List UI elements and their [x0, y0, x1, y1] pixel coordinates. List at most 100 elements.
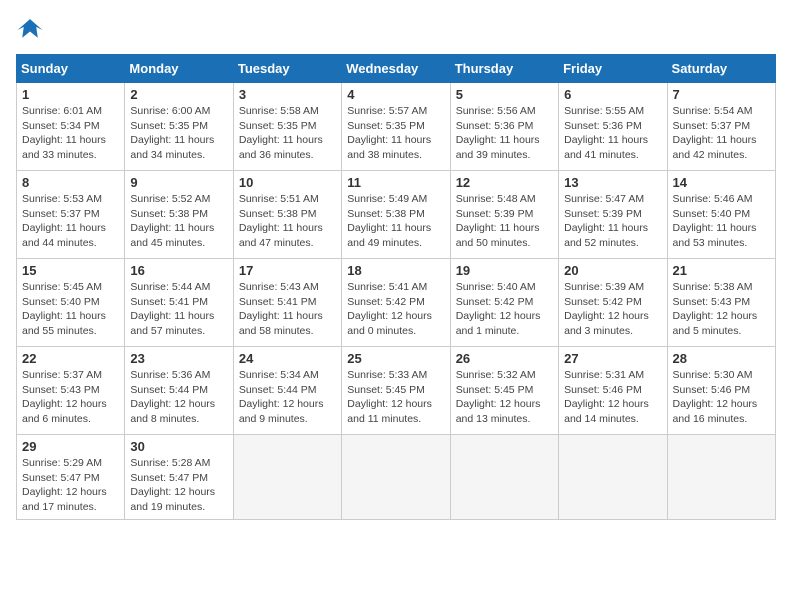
- day-number: 11: [347, 175, 444, 190]
- calendar-cell: 7 Sunrise: 5:54 AMSunset: 5:37 PMDayligh…: [667, 83, 775, 171]
- logo: [16, 16, 48, 44]
- day-info: Sunrise: 5:40 AMSunset: 5:42 PMDaylight:…: [456, 280, 553, 339]
- header-friday: Friday: [559, 55, 667, 83]
- day-number: 1: [22, 87, 119, 102]
- day-info: Sunrise: 6:01 AMSunset: 5:34 PMDaylight:…: [22, 104, 119, 163]
- day-number: 22: [22, 351, 119, 366]
- calendar-cell: 17 Sunrise: 5:43 AMSunset: 5:41 PMDaylig…: [233, 259, 341, 347]
- day-number: 19: [456, 263, 553, 278]
- calendar-cell: 11 Sunrise: 5:49 AMSunset: 5:38 PMDaylig…: [342, 171, 450, 259]
- header-wednesday: Wednesday: [342, 55, 450, 83]
- header-sunday: Sunday: [17, 55, 125, 83]
- calendar-cell: 18 Sunrise: 5:41 AMSunset: 5:42 PMDaylig…: [342, 259, 450, 347]
- calendar-cell: [559, 435, 667, 520]
- calendar-cell: [233, 435, 341, 520]
- day-info: Sunrise: 5:29 AMSunset: 5:47 PMDaylight:…: [22, 456, 119, 515]
- day-info: Sunrise: 6:00 AMSunset: 5:35 PMDaylight:…: [130, 104, 227, 163]
- day-info: Sunrise: 5:39 AMSunset: 5:42 PMDaylight:…: [564, 280, 661, 339]
- header-thursday: Thursday: [450, 55, 558, 83]
- day-info: Sunrise: 5:30 AMSunset: 5:46 PMDaylight:…: [673, 368, 770, 427]
- day-number: 30: [130, 439, 227, 454]
- calendar-cell: 13 Sunrise: 5:47 AMSunset: 5:39 PMDaylig…: [559, 171, 667, 259]
- day-info: Sunrise: 5:38 AMSunset: 5:43 PMDaylight:…: [673, 280, 770, 339]
- day-number: 4: [347, 87, 444, 102]
- calendar-cell: 16 Sunrise: 5:44 AMSunset: 5:41 PMDaylig…: [125, 259, 233, 347]
- logo-icon: [16, 16, 44, 44]
- day-number: 3: [239, 87, 336, 102]
- calendar-cell: 20 Sunrise: 5:39 AMSunset: 5:42 PMDaylig…: [559, 259, 667, 347]
- calendar-cell: 3 Sunrise: 5:58 AMSunset: 5:35 PMDayligh…: [233, 83, 341, 171]
- calendar-cell: 8 Sunrise: 5:53 AMSunset: 5:37 PMDayligh…: [17, 171, 125, 259]
- day-number: 25: [347, 351, 444, 366]
- day-info: Sunrise: 5:36 AMSunset: 5:44 PMDaylight:…: [130, 368, 227, 427]
- day-number: 27: [564, 351, 661, 366]
- calendar-cell: 9 Sunrise: 5:52 AMSunset: 5:38 PMDayligh…: [125, 171, 233, 259]
- week-row-4: 22 Sunrise: 5:37 AMSunset: 5:43 PMDaylig…: [17, 347, 776, 435]
- header-saturday: Saturday: [667, 55, 775, 83]
- day-number: 10: [239, 175, 336, 190]
- calendar-cell: 6 Sunrise: 5:55 AMSunset: 5:36 PMDayligh…: [559, 83, 667, 171]
- week-row-3: 15 Sunrise: 5:45 AMSunset: 5:40 PMDaylig…: [17, 259, 776, 347]
- calendar-cell: 21 Sunrise: 5:38 AMSunset: 5:43 PMDaylig…: [667, 259, 775, 347]
- day-info: Sunrise: 5:46 AMSunset: 5:40 PMDaylight:…: [673, 192, 770, 251]
- day-number: 6: [564, 87, 661, 102]
- day-number: 8: [22, 175, 119, 190]
- calendar-cell: 4 Sunrise: 5:57 AMSunset: 5:35 PMDayligh…: [342, 83, 450, 171]
- day-number: 5: [456, 87, 553, 102]
- day-number: 13: [564, 175, 661, 190]
- header-monday: Monday: [125, 55, 233, 83]
- calendar-cell: 26 Sunrise: 5:32 AMSunset: 5:45 PMDaylig…: [450, 347, 558, 435]
- calendar-cell: 27 Sunrise: 5:31 AMSunset: 5:46 PMDaylig…: [559, 347, 667, 435]
- calendar-cell: [450, 435, 558, 520]
- week-row-2: 8 Sunrise: 5:53 AMSunset: 5:37 PMDayligh…: [17, 171, 776, 259]
- calendar-cell: 25 Sunrise: 5:33 AMSunset: 5:45 PMDaylig…: [342, 347, 450, 435]
- day-number: 12: [456, 175, 553, 190]
- day-info: Sunrise: 5:52 AMSunset: 5:38 PMDaylight:…: [130, 192, 227, 251]
- day-number: 9: [130, 175, 227, 190]
- calendar-cell: 28 Sunrise: 5:30 AMSunset: 5:46 PMDaylig…: [667, 347, 775, 435]
- header-tuesday: Tuesday: [233, 55, 341, 83]
- day-info: Sunrise: 5:58 AMSunset: 5:35 PMDaylight:…: [239, 104, 336, 163]
- calendar-cell: [667, 435, 775, 520]
- day-number: 17: [239, 263, 336, 278]
- day-info: Sunrise: 5:31 AMSunset: 5:46 PMDaylight:…: [564, 368, 661, 427]
- day-info: Sunrise: 5:33 AMSunset: 5:45 PMDaylight:…: [347, 368, 444, 427]
- day-info: Sunrise: 5:51 AMSunset: 5:38 PMDaylight:…: [239, 192, 336, 251]
- calendar-cell: 24 Sunrise: 5:34 AMSunset: 5:44 PMDaylig…: [233, 347, 341, 435]
- calendar-cell: [342, 435, 450, 520]
- week-row-5: 29 Sunrise: 5:29 AMSunset: 5:47 PMDaylig…: [17, 435, 776, 520]
- day-info: Sunrise: 5:34 AMSunset: 5:44 PMDaylight:…: [239, 368, 336, 427]
- day-info: Sunrise: 5:55 AMSunset: 5:36 PMDaylight:…: [564, 104, 661, 163]
- day-info: Sunrise: 5:47 AMSunset: 5:39 PMDaylight:…: [564, 192, 661, 251]
- calendar-header-row: SundayMondayTuesdayWednesdayThursdayFrid…: [17, 55, 776, 83]
- calendar-cell: 5 Sunrise: 5:56 AMSunset: 5:36 PMDayligh…: [450, 83, 558, 171]
- day-info: Sunrise: 5:56 AMSunset: 5:36 PMDaylight:…: [456, 104, 553, 163]
- calendar-cell: 12 Sunrise: 5:48 AMSunset: 5:39 PMDaylig…: [450, 171, 558, 259]
- calendar-cell: 15 Sunrise: 5:45 AMSunset: 5:40 PMDaylig…: [17, 259, 125, 347]
- day-number: 28: [673, 351, 770, 366]
- day-number: 14: [673, 175, 770, 190]
- day-info: Sunrise: 5:49 AMSunset: 5:38 PMDaylight:…: [347, 192, 444, 251]
- calendar-cell: 30 Sunrise: 5:28 AMSunset: 5:47 PMDaylig…: [125, 435, 233, 520]
- day-info: Sunrise: 5:48 AMSunset: 5:39 PMDaylight:…: [456, 192, 553, 251]
- day-number: 18: [347, 263, 444, 278]
- day-info: Sunrise: 5:41 AMSunset: 5:42 PMDaylight:…: [347, 280, 444, 339]
- day-number: 15: [22, 263, 119, 278]
- calendar-cell: 10 Sunrise: 5:51 AMSunset: 5:38 PMDaylig…: [233, 171, 341, 259]
- calendar-cell: 1 Sunrise: 6:01 AMSunset: 5:34 PMDayligh…: [17, 83, 125, 171]
- calendar-cell: 2 Sunrise: 6:00 AMSunset: 5:35 PMDayligh…: [125, 83, 233, 171]
- calendar-cell: 22 Sunrise: 5:37 AMSunset: 5:43 PMDaylig…: [17, 347, 125, 435]
- calendar-table: SundayMondayTuesdayWednesdayThursdayFrid…: [16, 54, 776, 520]
- day-number: 29: [22, 439, 119, 454]
- calendar-cell: 29 Sunrise: 5:29 AMSunset: 5:47 PMDaylig…: [17, 435, 125, 520]
- day-number: 24: [239, 351, 336, 366]
- day-number: 16: [130, 263, 227, 278]
- page-header: [16, 16, 776, 44]
- calendar-cell: 23 Sunrise: 5:36 AMSunset: 5:44 PMDaylig…: [125, 347, 233, 435]
- day-info: Sunrise: 5:43 AMSunset: 5:41 PMDaylight:…: [239, 280, 336, 339]
- day-number: 26: [456, 351, 553, 366]
- day-number: 23: [130, 351, 227, 366]
- day-info: Sunrise: 5:53 AMSunset: 5:37 PMDaylight:…: [22, 192, 119, 251]
- calendar-cell: 14 Sunrise: 5:46 AMSunset: 5:40 PMDaylig…: [667, 171, 775, 259]
- day-info: Sunrise: 5:28 AMSunset: 5:47 PMDaylight:…: [130, 456, 227, 515]
